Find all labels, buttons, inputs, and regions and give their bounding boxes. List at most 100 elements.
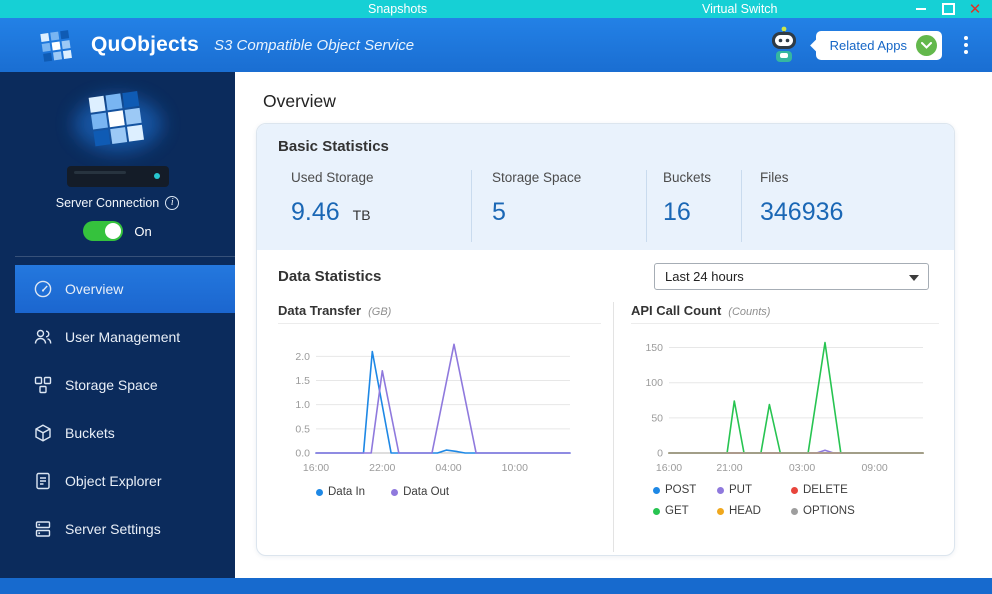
legend-label: GET [665,505,689,517]
svg-text:1.0: 1.0 [295,399,310,411]
legend-dot-icon [653,508,660,515]
legend-label: Data Out [403,486,449,498]
info-icon[interactable]: i [165,196,179,210]
stat-used-storage: Used Storage 9.46 TB [278,170,471,242]
legend-head: HEAD [717,505,791,517]
svg-text:16:00: 16:00 [303,462,329,474]
related-apps-label: Related Apps [830,38,907,53]
page-title: Overview [263,91,992,112]
sidebar-item-label: Server Settings [65,521,161,537]
basic-statistics-section: Basic Statistics Used Storage 9.46 TB St [257,124,954,250]
data-transfer-legend: Data In Data Out [316,486,601,498]
sidebar-menu: Overview User Management Storage Space [0,265,235,553]
legend-post: POST [653,484,717,496]
app-title: QuObjects [91,33,199,57]
dropdown-caret-icon [909,275,919,281]
stat-storage-space: Storage Space 5 [471,170,646,242]
stat-label: Used Storage [291,170,471,185]
svg-text:04:00: 04:00 [435,462,461,474]
svg-text:0.5: 0.5 [295,423,310,435]
api-call-count-legend: POSTPUT DELETE GET HEAD OPTIONS [653,484,855,517]
sidebar-item-user-management[interactable]: User Management [15,313,235,361]
server-connection-label: Server Connection [56,196,160,210]
chevron-down-icon [916,35,937,56]
legend-delete: DELETE [791,484,855,496]
legend-label: Data In [328,486,365,498]
legend-dot-icon [316,489,323,496]
overview-card: Basic Statistics Used Storage 9.46 TB St [256,123,955,556]
sidebar-item-label: Buckets [65,425,115,441]
legend-dot-icon [717,508,724,515]
legend-label: DELETE [803,484,848,496]
sidebar-divider [15,256,235,257]
bucket-icon [33,423,53,443]
toggle-row: On [0,221,235,241]
sidebar-item-overview[interactable]: Overview [15,265,235,313]
sidebar-item-label: Overview [65,281,123,297]
users-icon [33,327,53,347]
basic-statistics-title: Basic Statistics [278,138,954,155]
data-statistics-header: Data Statistics Last 24 hours [278,263,929,290]
storage-icon [33,375,53,395]
close-button[interactable]: ✕ [968,2,982,16]
window-footer [0,578,992,594]
screen: Snapshots Virtual Switch ✕ QuObjects S3 … [0,0,992,594]
server-connection-row: Server Connection i [0,196,235,210]
legend-get: GET [653,505,717,517]
stats-row: Used Storage 9.46 TB Storage Space 5 [278,170,954,242]
stat-value: 5 [492,198,506,227]
related-apps-button[interactable]: Related Apps [816,31,942,60]
svg-text:22:00: 22:00 [369,462,395,474]
data-transfer-plot: 0.00.51.01.52.016:0022:0004:0010:00 [278,327,578,479]
app-body: Server Connection i On Overview [0,72,992,578]
svg-text:16:00: 16:00 [656,462,682,474]
quobjects-window: QuObjects S3 Compatible Object Service [0,18,992,594]
svg-text:1.5: 1.5 [295,375,310,387]
chart-unit-label: (GB) [368,306,391,318]
sidebar-item-label: User Management [65,329,180,345]
svg-text:2.0: 2.0 [295,351,310,363]
sidebar-item-object-explorer[interactable]: Object Explorer [15,457,235,505]
sidebar-item-storage-space[interactable]: Storage Space [15,361,235,409]
sidebar-item-server-settings[interactable]: Server Settings [15,505,235,553]
gauge-icon [33,279,53,299]
stat-value: 16 [663,198,691,227]
period-dropdown[interactable]: Last 24 hours [654,263,929,290]
svg-text:03:00: 03:00 [789,462,815,474]
server-icon [33,519,53,539]
chart-header: API Call Count (Counts) [631,303,939,324]
toggle-state-label: On [134,224,151,239]
stat-value: 346936 [760,198,843,227]
toggle-knob [105,223,121,239]
data-transfer-chart: Data Transfer (GB) 0.0 0.5 1.0 1.5 2.0 16:00 2… [257,300,613,552]
main-content: Overview Basic Statistics Used Storage 9… [235,72,992,578]
legend-dot-icon [791,487,798,494]
app-subtitle: S3 Compatible Object Service [214,37,414,54]
svg-text:100: 100 [645,377,663,389]
stat-value: 9.46 [291,198,340,227]
background-tab-virtual-switch[interactable]: Virtual Switch [702,2,778,16]
chart-unit-label: (Counts) [728,306,770,318]
legend-put: PUT [717,484,791,496]
background-tab-snapshots[interactable]: Snapshots [368,2,427,16]
stat-files: Files 346936 [741,170,954,242]
svg-text:09:00: 09:00 [861,462,887,474]
stat-label: Storage Space [492,170,646,185]
legend-data-in: Data In [316,486,365,498]
sidebar: Server Connection i On Overview [0,72,235,578]
server-connection-toggle[interactable] [83,221,123,241]
legend-dot-icon [791,508,798,515]
minimize-button[interactable] [914,2,928,16]
svg-text:0.0: 0.0 [295,448,310,460]
maximize-button[interactable] [941,2,955,16]
stat-buckets: Buckets 16 [646,170,741,242]
chart-header: Data Transfer (GB) [278,303,601,324]
qbot-assistant-icon[interactable] [766,26,802,64]
api-call-count-chart: API Call Count (Counts) 05010015016:0021… [614,300,954,552]
quobjects-logo-icon [36,27,76,63]
legend-label: OPTIONS [803,505,855,517]
more-options-button[interactable] [956,31,976,59]
sidebar-item-buckets[interactable]: Buckets [15,409,235,457]
stat-label: Files [760,170,954,185]
svg-text:0: 0 [657,448,663,460]
